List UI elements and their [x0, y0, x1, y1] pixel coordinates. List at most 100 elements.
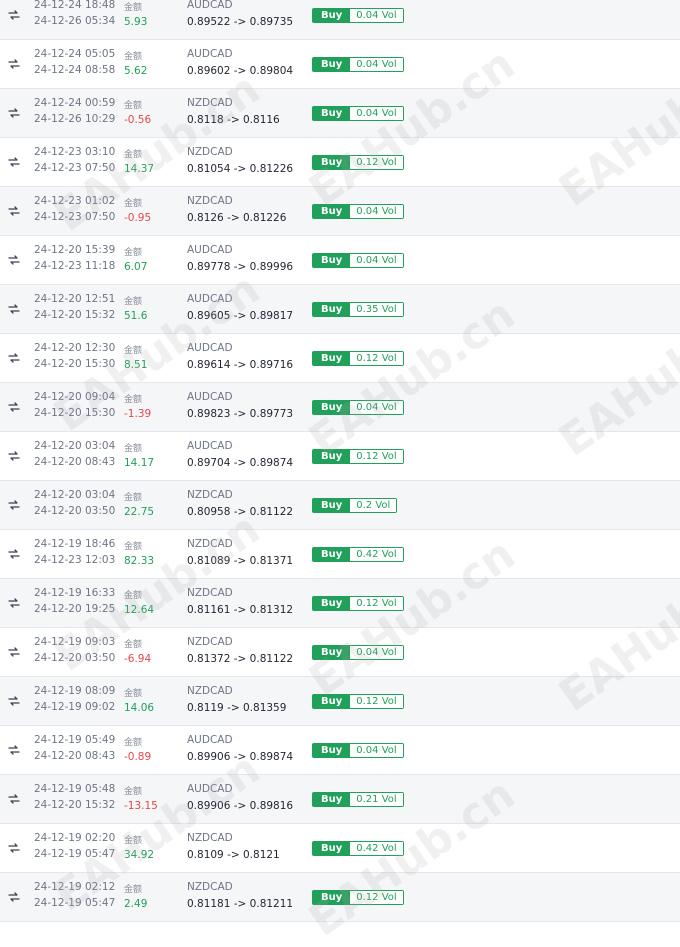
swap-icon: [7, 105, 21, 119]
side-label: Buy: [313, 548, 351, 561]
open-time: 24-12-23 03:10: [34, 146, 116, 158]
trade-row[interactable]: 24-12-23 01:02 24-12-23 07:50 金额 -0.95 NZDCA…: [0, 187, 680, 236]
trade-row[interactable]: 24-12-20 09:04 24-12-20 15:30 金额 -1.39 AUDCA…: [0, 383, 680, 432]
price-range: 0.81089 -> 0.81371: [187, 555, 294, 567]
profit-amount: 82.33: [124, 555, 155, 567]
profit-amount: 22.75: [124, 506, 155, 518]
amount-label: 金额: [124, 444, 143, 454]
symbol: NZDCAD: [187, 195, 233, 207]
symbol: NZDCAD: [187, 587, 233, 599]
symbol: AUDCAD: [187, 734, 233, 746]
volume-label: 0.12 Vol: [350, 450, 403, 463]
trade-row[interactable]: 24-12-24 05:05 24-12-24 08:58 金额 5.62 AUDCAD…: [0, 40, 680, 89]
amount-label: 金额: [124, 52, 143, 62]
side-label: Buy: [313, 646, 351, 659]
close-time: 24-12-20 19:25: [34, 603, 116, 615]
trade-row[interactable]: 24-12-19 09:03 24-12-20 03:50 金额 -6.94 NZDCA…: [0, 628, 680, 677]
close-time: 24-12-19 05:47: [34, 848, 116, 860]
open-time: 24-12-19 18:46: [34, 538, 116, 550]
volume-label: 0.12 Vol: [350, 695, 403, 708]
price-range: 0.89778 -> 0.89996: [187, 261, 294, 273]
open-time: 24-12-24 18:48: [34, 0, 116, 11]
swap-icon: [7, 350, 21, 364]
profit-amount: 12.64: [124, 604, 155, 616]
symbol: AUDCAD: [187, 783, 233, 795]
swap-icon: [7, 644, 21, 658]
price-range: 0.89605 -> 0.89817: [187, 310, 294, 322]
side-label: Buy: [313, 205, 351, 218]
symbol: AUDCAD: [187, 342, 233, 354]
open-time: 24-12-20 09:04: [34, 391, 116, 403]
trade-row[interactable]: 24-12-19 08:09 24-12-19 09:02 金额 14.06 NZDCA…: [0, 677, 680, 726]
trade-row[interactable]: 24-12-23 03:10 24-12-23 07:50 金额 14.37 NZDCA…: [0, 138, 680, 187]
close-time: 24-12-20 15:32: [34, 309, 116, 321]
volume-label: 0.35 Vol: [350, 303, 403, 316]
open-time: 24-12-19 05:48: [34, 783, 116, 795]
trade-row[interactable]: 24-12-20 12:30 24-12-20 15:30 金额 8.51 AUDCAD…: [0, 334, 680, 383]
trade-row[interactable]: 24-12-19 16:33 24-12-20 19:25 金额 12.64 NZDCA…: [0, 579, 680, 628]
swap-icon: [7, 7, 21, 21]
trade-row[interactable]: 24-12-24 00:59 24-12-26 10:29 金额 -0.56 NZDCA…: [0, 89, 680, 138]
trade-row[interactable]: 24-12-24 18:48 24-12-26 05:34 金额 5.93 AUDCAD…: [0, 0, 680, 40]
price-range: 0.89614 -> 0.89716: [187, 359, 294, 371]
trade-row[interactable]: 24-12-20 03:04 24-12-20 03:50 金额 22.75 NZDCA…: [0, 481, 680, 530]
trade-badge: Buy 0.12 Vol: [312, 351, 404, 366]
price-range: 0.81372 -> 0.81122: [187, 653, 294, 665]
price-range: 0.89522 -> 0.89735: [187, 16, 294, 28]
trade-row[interactable]: 24-12-20 15:39 24-12-23 11:18 金额 6.07 AUDCAD…: [0, 236, 680, 285]
trade-badge: Buy 0.04 Vol: [312, 204, 404, 219]
close-time: 24-12-23 12:03: [34, 554, 116, 566]
close-time: 24-12-26 05:34: [34, 15, 116, 27]
side-label: Buy: [313, 597, 351, 610]
volume-label: 0.12 Vol: [350, 597, 403, 610]
profit-amount: 14.06: [124, 702, 155, 714]
profit-amount: 8.51: [124, 359, 148, 371]
symbol: AUDCAD: [187, 48, 233, 60]
profit-amount: 34.92: [124, 849, 155, 861]
price-range: 0.8109 -> 0.8121: [187, 849, 280, 861]
amount-label: 金额: [124, 542, 143, 552]
trade-row[interactable]: 24-12-19 18:46 24-12-23 12:03 金额 82.33 NZDCA…: [0, 530, 680, 579]
trade-row[interactable]: 24-12-20 03:04 24-12-20 08:43 金额 14.17 AUDCA…: [0, 432, 680, 481]
swap-icon: [7, 595, 21, 609]
volume-label: 0.04 Vol: [350, 205, 403, 218]
amount-label: 金额: [124, 248, 143, 258]
trade-row[interactable]: 24-12-20 12:51 24-12-20 15:32 金额 51.6 AUDCAD…: [0, 285, 680, 334]
amount-label: 金额: [124, 738, 143, 748]
side-label: Buy: [313, 891, 351, 904]
amount-label: 金额: [124, 885, 143, 895]
price-range: 0.89602 -> 0.89804: [187, 65, 294, 77]
volume-label: 0.04 Vol: [350, 9, 403, 22]
side-label: Buy: [313, 156, 351, 169]
trade-badge: Buy 0.12 Vol: [312, 449, 404, 464]
trade-row[interactable]: 24-12-19 02:12 24-12-19 05:47 金额 2.49 NZDCAD…: [0, 873, 680, 922]
volume-label: 0.04 Vol: [350, 646, 403, 659]
close-time: 24-12-20 15:30: [34, 358, 116, 370]
volume-label: 0.04 Vol: [350, 107, 403, 120]
trade-row[interactable]: 24-12-19 05:48 24-12-20 15:32 金额 -13.15 AUDC…: [0, 775, 680, 824]
price-range: 0.81161 -> 0.81312: [187, 604, 294, 616]
side-label: Buy: [313, 254, 351, 267]
trade-row[interactable]: 24-12-19 05:49 24-12-20 08:43 金额 -0.89 AUDCA…: [0, 726, 680, 775]
open-time: 24-12-19 08:09: [34, 685, 116, 697]
symbol: AUDCAD: [187, 440, 233, 452]
side-label: Buy: [313, 793, 351, 806]
profit-amount: 6.07: [124, 261, 148, 273]
volume-label: 0.12 Vol: [350, 352, 403, 365]
open-time: 24-12-20 12:30: [34, 342, 116, 354]
open-time: 24-12-20 15:39: [34, 244, 116, 256]
trade-badge: Buy 0.35 Vol: [312, 302, 404, 317]
swap-icon: [7, 301, 21, 315]
price-range: 0.80958 -> 0.81122: [187, 506, 294, 518]
amount-label: 金额: [124, 297, 143, 307]
price-range: 0.89704 -> 0.89874: [187, 457, 294, 469]
trade-badge: Buy 0.12 Vol: [312, 596, 404, 611]
volume-label: 0.42 Vol: [350, 842, 403, 855]
profit-amount: 2.49: [124, 898, 148, 910]
swap-icon: [7, 154, 21, 168]
trade-row[interactable]: 24-12-19 02:20 24-12-19 05:47 金额 34.92 NZDCA…: [0, 824, 680, 873]
close-time: 24-12-20 15:30: [34, 407, 116, 419]
side-label: Buy: [313, 695, 351, 708]
swap-icon: [7, 56, 21, 70]
price-range: 0.8119 -> 0.81359: [187, 702, 287, 714]
